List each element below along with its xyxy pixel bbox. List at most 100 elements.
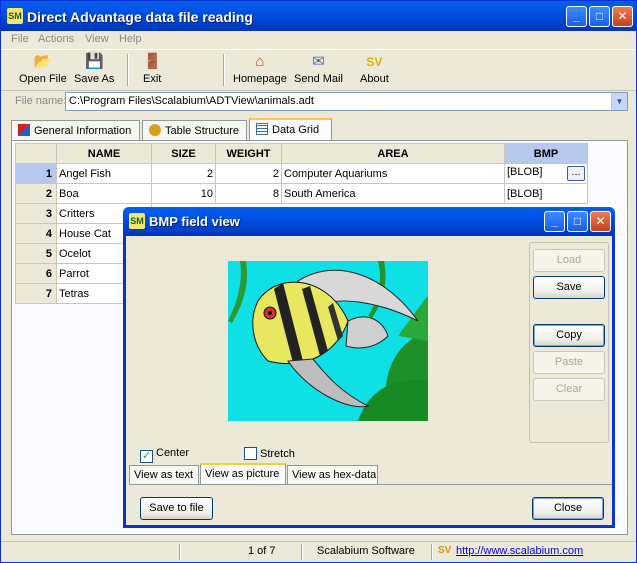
area-cell[interactable]: Computer Aquariums — [281, 163, 505, 184]
toolbar-separator — [223, 54, 225, 86]
dialog-minimize-button[interactable]: _ — [544, 211, 565, 232]
tab-table-structure[interactable]: Table Structure — [142, 120, 247, 140]
maximize-button[interactable]: □ — [589, 6, 610, 27]
tab-label: Table Structure — [165, 125, 239, 137]
status-divider — [431, 544, 433, 560]
table-row[interactable]: 2 Boa 10 8 South America [BLOB] — [15, 183, 588, 204]
center-checkbox[interactable]: ✓ Center — [140, 447, 189, 463]
tab-data-grid[interactable]: Data Grid — [249, 118, 332, 140]
row-number[interactable]: 4 — [15, 223, 57, 244]
app-logo-icon: SM — [7, 8, 23, 24]
chevron-down-icon[interactable]: ▼ — [611, 93, 627, 110]
clear-button[interactable]: Clear — [533, 378, 605, 401]
row-indicator-header — [15, 143, 57, 164]
menu-view[interactable]: View — [85, 33, 109, 45]
column-header[interactable]: NAME — [56, 143, 152, 164]
save-as-button[interactable]: 💾 Save As — [74, 53, 114, 85]
file-name-value: C:\Program Files\Scalabium\ADTView\anima… — [69, 95, 314, 107]
close-button[interactable]: ✕ — [612, 6, 633, 27]
window-title: Direct Advantage data file reading — [27, 9, 253, 25]
about-label: About — [360, 73, 389, 85]
bmp-value: [BLOB] — [507, 166, 543, 178]
area-cell[interactable]: South America — [281, 183, 505, 204]
file-name-combobox[interactable]: C:\Program Files\Scalabium\ADTView\anima… — [65, 92, 628, 111]
homepage-label: Homepage — [233, 73, 287, 85]
title-bar[interactable]: SM Direct Advantage data file reading _ … — [1, 1, 636, 31]
size-cell[interactable]: 10 — [151, 183, 216, 204]
send-mail-button[interactable]: ✉ Send Mail — [294, 53, 343, 85]
paste-button[interactable]: Paste — [533, 351, 605, 374]
tab-view-as-text[interactable]: View as text — [129, 465, 199, 485]
ellipsis-button[interactable]: ... — [567, 166, 585, 181]
checkmark-icon: ✓ — [140, 450, 153, 463]
about-icon: SV — [366, 55, 383, 69]
structure-icon — [149, 124, 161, 136]
shapes-icon — [18, 124, 30, 136]
menu-help[interactable]: Help — [119, 33, 142, 45]
row-number[interactable]: 6 — [15, 263, 57, 284]
column-header[interactable]: BMP — [504, 143, 588, 164]
column-header[interactable]: WEIGHT — [215, 143, 282, 164]
row-number[interactable]: 2 — [15, 183, 57, 204]
toolbar: 📂 Open File 💾 Save As 🚪 Exit ⌂ Homepage … — [1, 49, 636, 91]
file-name-row: File name: C:\Program Files\Scalabium\AD… — [1, 91, 636, 113]
save-as-label: Save As — [74, 73, 115, 85]
angel-fish-picture — [228, 261, 428, 421]
row-number[interactable]: 7 — [15, 283, 57, 304]
tab-general-information[interactable]: General Information — [11, 120, 140, 140]
table-row[interactable]: 1 Angel Fish 2 2 Computer Aquariums [BLO… — [15, 163, 588, 184]
dialog-maximize-button[interactable]: □ — [567, 211, 588, 232]
empty-checkbox-icon — [244, 447, 257, 460]
tab-label: Data Grid — [272, 124, 320, 136]
bmp-cell[interactable]: [BLOB] — [504, 183, 588, 204]
copy-button[interactable]: Copy — [533, 324, 605, 347]
save-to-file-button[interactable]: Save to file — [140, 497, 213, 520]
toolbar-separator — [127, 54, 129, 86]
row-number[interactable]: 1 — [15, 163, 57, 184]
file-name-label: File name: — [15, 95, 67, 107]
exit-button[interactable]: 🚪 Exit — [143, 53, 162, 85]
column-header[interactable]: AREA — [281, 143, 505, 164]
dialog-title: BMP field view — [149, 214, 240, 229]
name-cell[interactable]: Angel Fish — [56, 163, 152, 184]
load-button[interactable]: Load — [533, 249, 605, 272]
status-divider — [179, 544, 181, 560]
weight-cell[interactable]: 8 — [215, 183, 282, 204]
grid-icon — [256, 123, 268, 135]
column-header[interactable]: SIZE — [151, 143, 216, 164]
minimize-button[interactable]: _ — [566, 6, 587, 27]
angel-fish-image — [228, 261, 428, 421]
picture-panel — [132, 242, 522, 442]
name-cell[interactable]: Boa — [56, 183, 152, 204]
status-bar: 1 of 7 Scalabium Software SV http://www.… — [1, 541, 636, 562]
row-number[interactable]: 5 — [15, 243, 57, 264]
about-button[interactable]: SV About — [360, 53, 389, 85]
open-file-label: Open File — [19, 73, 67, 85]
dialog-close-btn[interactable]: Close — [532, 497, 604, 520]
menu-actions[interactable]: Actions — [38, 33, 74, 45]
picture-actions-panel: Load Save Copy Paste Clear — [529, 242, 609, 443]
center-label: Center — [156, 447, 190, 459]
homepage-button[interactable]: ⌂ Homepage — [233, 53, 287, 85]
open-file-button[interactable]: 📂 Open File — [19, 53, 67, 85]
record-counter: 1 of 7 — [248, 545, 276, 557]
save-button[interactable]: Save — [533, 276, 605, 299]
weight-cell[interactable]: 2 — [215, 163, 282, 184]
app-logo-icon: SM — [129, 213, 145, 229]
stretch-checkbox[interactable]: Stretch — [244, 447, 295, 460]
row-number[interactable]: 3 — [15, 203, 57, 224]
menu-file[interactable]: File — [11, 33, 29, 45]
bmp-field-view-dialog: SM BMP field view _ □ ✕ Load Save Copy P… — [123, 207, 615, 528]
tab-view-as-picture[interactable]: View as picture — [200, 463, 286, 485]
bmp-cell[interactable]: [BLOB]... — [504, 163, 588, 184]
tab-view-as-hex-data[interactable]: View as hex-data — [287, 465, 378, 485]
size-cell[interactable]: 2 — [151, 163, 216, 184]
dialog-title-bar[interactable]: SM BMP field view _ □ ✕ — [123, 207, 615, 236]
tab-label: General Information — [34, 125, 132, 137]
dialog-close-button[interactable]: ✕ — [590, 211, 611, 232]
envelope-icon: ✉ — [312, 53, 325, 70]
menu-bar: File Actions View Help — [1, 31, 636, 49]
grid-header-row: NAME SIZE WEIGHT AREA BMP — [15, 143, 588, 164]
view-tab-panel: Save to file Close — [129, 484, 612, 524]
website-link[interactable]: http://www.scalabium.com — [456, 545, 583, 557]
